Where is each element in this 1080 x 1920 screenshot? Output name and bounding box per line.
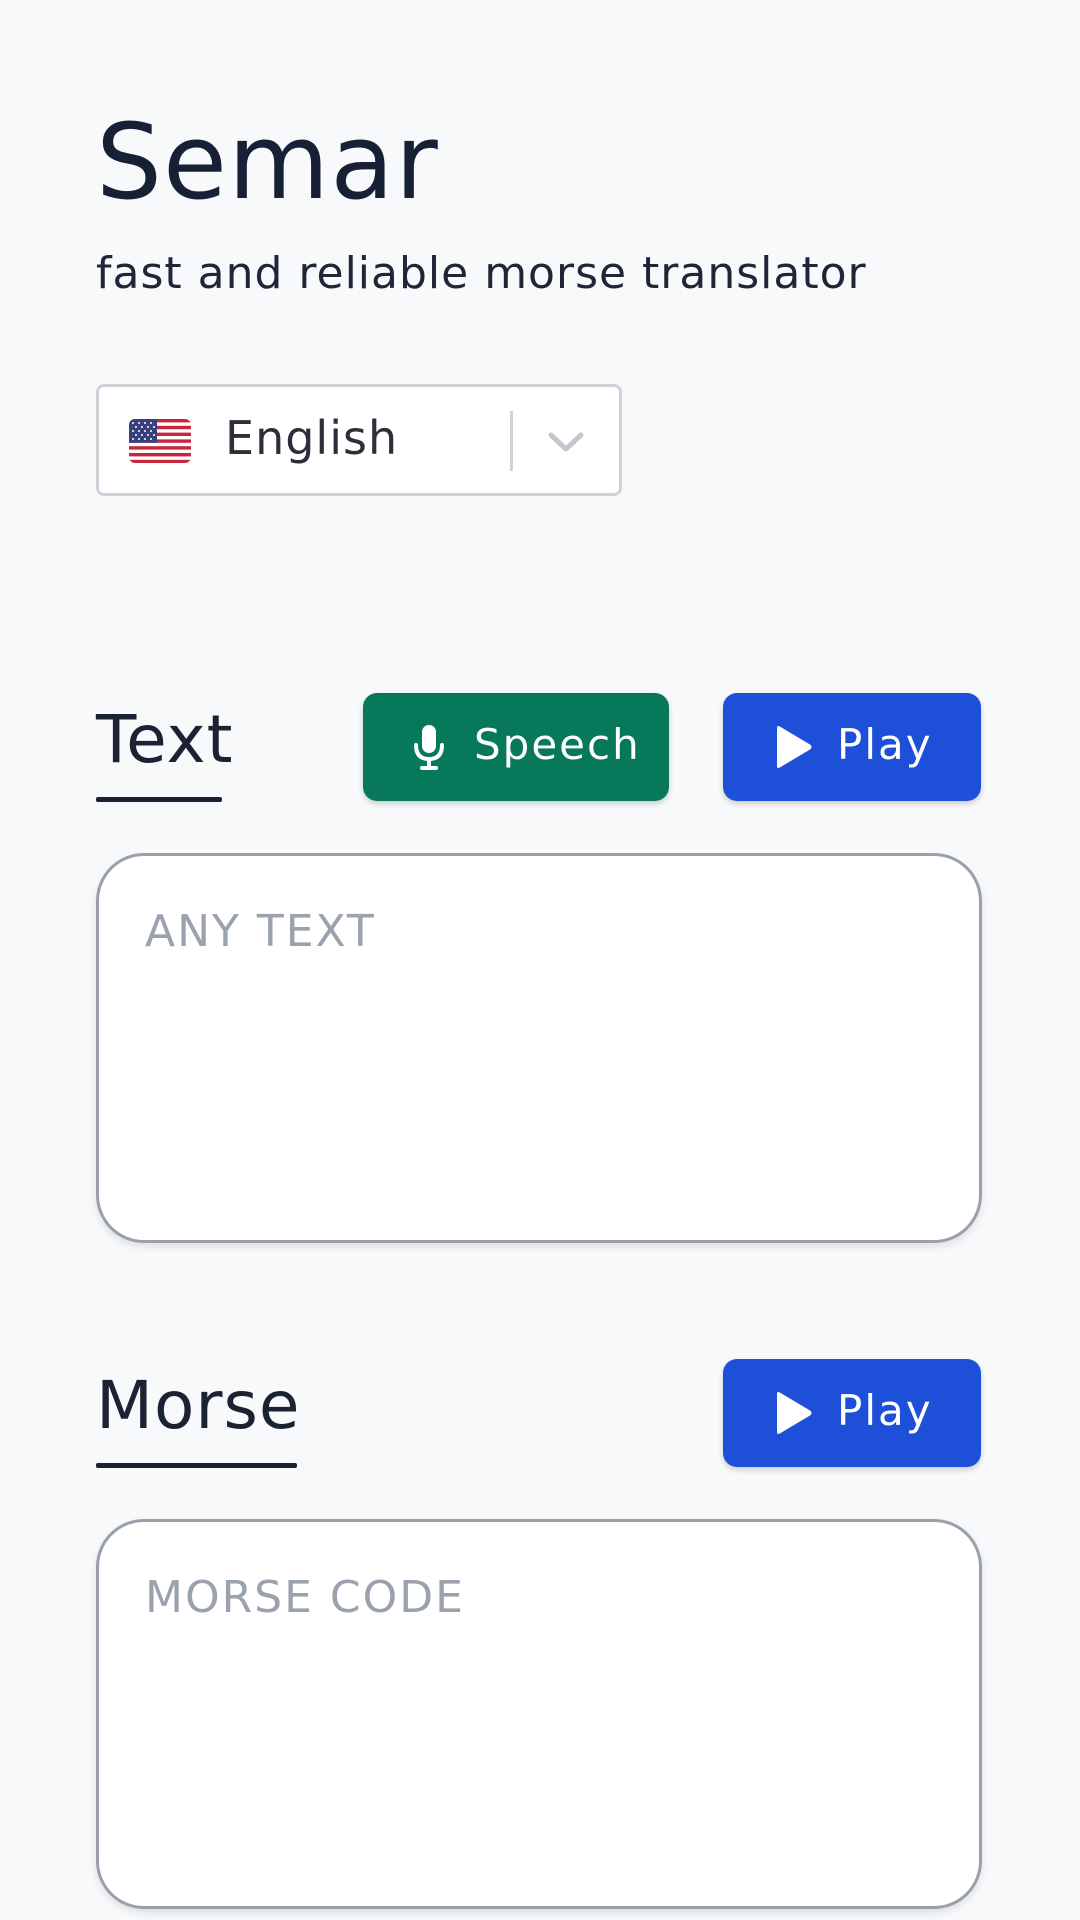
play-icon	[777, 1392, 812, 1434]
select-divider	[510, 411, 513, 471]
morse-title-underline	[96, 1463, 297, 1468]
app-subtitle: fast and reliable morse translator	[96, 248, 867, 299]
morse-input[interactable]	[145, 1572, 925, 1872]
text-play-button[interactable]: Play	[723, 693, 981, 801]
speech-button-label: Speech	[474, 720, 641, 769]
app-title: Semar	[96, 101, 439, 223]
morse-input-box	[96, 1519, 982, 1909]
language-selected-label: English	[225, 411, 399, 465]
morse-section-title: Morse	[96, 1367, 301, 1444]
text-section-title: Text	[96, 701, 234, 778]
text-input-box	[96, 853, 982, 1243]
text-title-underline	[96, 797, 222, 802]
microphone-icon	[414, 725, 444, 770]
language-select[interactable]: English	[96, 384, 622, 496]
us-flag-icon	[129, 419, 191, 463]
text-input[interactable]	[145, 906, 925, 1206]
chevron-down-icon[interactable]	[547, 423, 585, 461]
play-icon	[777, 726, 812, 768]
text-play-button-label: Play	[837, 720, 933, 769]
morse-play-button-label: Play	[837, 1386, 933, 1435]
speech-button[interactable]: Speech	[363, 693, 669, 801]
morse-play-button[interactable]: Play	[723, 1359, 981, 1467]
